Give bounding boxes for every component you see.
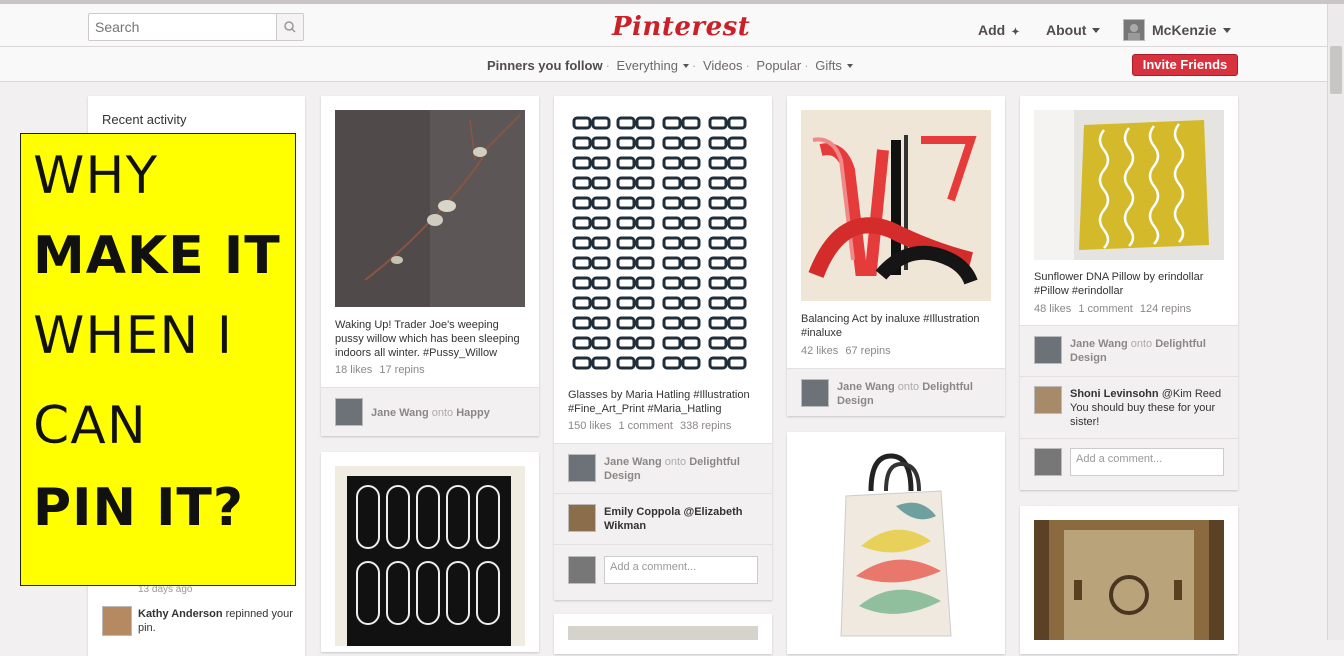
activity-avatar[interactable] bbox=[102, 606, 132, 636]
plus-icon: ✦ bbox=[1011, 27, 1020, 38]
pin-likes[interactable]: 48 likes bbox=[1034, 303, 1071, 315]
comment-text: Shoni Levinsohn @Kim Reed You should buy… bbox=[1070, 387, 1225, 429]
overlay-line-1: WHY bbox=[33, 146, 159, 206]
activity-onto: onto bbox=[664, 456, 687, 468]
pin-stats: 48 likes 1 comment 124 repins bbox=[1034, 303, 1195, 315]
add-menu[interactable]: Add ✦ bbox=[978, 22, 1020, 38]
pin-repins[interactable]: 124 repins bbox=[1140, 303, 1191, 315]
pin-repins[interactable]: 17 repins bbox=[379, 364, 424, 376]
activity-board[interactable]: Happy bbox=[456, 407, 490, 419]
about-menu[interactable]: About bbox=[1046, 22, 1101, 38]
activity-text: Jane Wang onto Delightful Design bbox=[604, 455, 764, 483]
pin-repins[interactable]: 67 repins bbox=[845, 345, 890, 357]
comment-user[interactable]: Emily Coppola bbox=[604, 506, 680, 518]
overlay-line-4: CAN bbox=[33, 396, 147, 456]
add-label: Add bbox=[978, 22, 1006, 38]
add-comment-input[interactable]: Add a comment... bbox=[1070, 448, 1224, 476]
activity-text: Jane Wang onto Happy bbox=[371, 406, 531, 420]
scrollbar-thumb[interactable] bbox=[1330, 46, 1342, 94]
chevron-down-icon bbox=[846, 64, 853, 68]
nav-gifts-label: Gifts bbox=[815, 58, 842, 73]
search-input[interactable] bbox=[89, 14, 291, 40]
pin-likes[interactable]: 150 likes bbox=[568, 420, 611, 432]
pin-image-tote-bag[interactable] bbox=[801, 446, 991, 640]
activity-user[interactable]: Jane Wang bbox=[604, 456, 662, 468]
pin-image-room[interactable] bbox=[568, 626, 758, 640]
pin-stats: 18 likes 17 repins bbox=[335, 364, 429, 376]
scrollbar[interactable] bbox=[1327, 4, 1344, 640]
category-nav: Pinners you follow · Everything · Videos · … bbox=[487, 58, 853, 73]
nav-gifts[interactable]: Gifts bbox=[815, 58, 853, 73]
comment-text: Emily Coppola @Elizabeth Wikman bbox=[604, 505, 764, 533]
avatar bbox=[568, 556, 596, 584]
pin-stats: 150 likes 1 comment 338 repins bbox=[568, 420, 735, 432]
pinterest-logo[interactable]: Pinterest bbox=[612, 12, 750, 42]
user-menu[interactable]: McKenzie bbox=[1152, 22, 1231, 38]
nav-pinners-you-follow[interactable]: Pinners you follow bbox=[487, 58, 603, 73]
pin-comments[interactable]: 1 comment bbox=[618, 420, 672, 432]
search-icon bbox=[284, 21, 296, 33]
pin-activity: Jane Wang onto Happy bbox=[321, 387, 539, 436]
nav-videos[interactable]: Videos bbox=[703, 58, 743, 73]
pin-comments[interactable]: 1 comment bbox=[1078, 303, 1132, 315]
pin-activity: Jane Wang onto Delightful Design Shoni L… bbox=[1020, 325, 1238, 490]
pin-image-bathroom[interactable] bbox=[1034, 520, 1224, 640]
search-button[interactable] bbox=[276, 14, 303, 40]
activity-avatar[interactable] bbox=[1034, 336, 1062, 364]
pin-image-balancing-act[interactable] bbox=[801, 110, 991, 301]
activity-onto: onto bbox=[1130, 338, 1153, 350]
invite-friends-button[interactable]: Invite Friends bbox=[1132, 54, 1238, 76]
nav-popular[interactable]: Popular bbox=[756, 58, 801, 73]
chevron-down-icon bbox=[1222, 28, 1231, 33]
search-box[interactable] bbox=[88, 13, 304, 41]
overlay-line-3: WHEN I bbox=[33, 306, 234, 366]
activity-user[interactable]: Jane Wang bbox=[371, 407, 429, 419]
pin-description: Waking Up! Trader Joe's weeping pussy wi… bbox=[335, 319, 520, 359]
avatar[interactable] bbox=[1123, 19, 1145, 41]
pin-repins[interactable]: 338 repins bbox=[680, 420, 731, 432]
activity-avatar[interactable] bbox=[801, 379, 829, 407]
overlay-line-5: PIN IT? bbox=[33, 478, 245, 538]
chevron-down-icon bbox=[682, 64, 689, 68]
activity-user[interactable]: Jane Wang bbox=[1070, 338, 1128, 350]
activity-user[interactable]: Jane Wang bbox=[837, 381, 895, 393]
pin-activity: Jane Wang onto Delightful Design Emily C… bbox=[554, 443, 772, 600]
nav-everything-label: Everything bbox=[616, 58, 678, 73]
pin-image-pillow[interactable] bbox=[1034, 110, 1224, 260]
add-comment-input[interactable]: Add a comment... bbox=[604, 556, 758, 584]
activity-avatar[interactable] bbox=[335, 398, 363, 426]
overlay-line-2: MAKE IT bbox=[33, 226, 281, 286]
nav-everything[interactable]: Everything bbox=[617, 58, 689, 73]
pin-image-willow[interactable] bbox=[335, 110, 525, 307]
comment-avatar[interactable] bbox=[568, 504, 596, 532]
pin-description: Balancing Act by inaluxe #Illustration #… bbox=[801, 313, 980, 339]
pin-description: Sunflower DNA Pillow by erindollar #Pill… bbox=[1034, 271, 1204, 297]
pin-likes[interactable]: 42 likes bbox=[801, 345, 838, 357]
top-bar: Pinterest Add ✦ About McKenzie bbox=[0, 0, 1344, 47]
chevron-down-icon bbox=[1092, 28, 1101, 33]
pin-image-glasses[interactable] bbox=[568, 110, 758, 376]
activity-item: Kathy Anderson repinned your pin. bbox=[138, 607, 298, 635]
activity-text: Jane Wang onto Delightful Design bbox=[837, 380, 997, 408]
comment-avatar[interactable] bbox=[1034, 386, 1062, 414]
user-name: McKenzie bbox=[1152, 22, 1217, 38]
pin-stats: 42 likes 67 repins bbox=[801, 345, 895, 357]
recent-activity-title: Recent activity bbox=[102, 112, 187, 127]
activity-onto: onto bbox=[431, 407, 454, 419]
avatar bbox=[1034, 448, 1062, 476]
activity-onto: onto bbox=[897, 381, 920, 393]
comment-user[interactable]: Shoni Levinsohn bbox=[1070, 388, 1159, 400]
pin-activity: Jane Wang onto Delightful Design bbox=[787, 368, 1005, 416]
activity-avatar[interactable] bbox=[568, 454, 596, 482]
activity-text: Jane Wang onto Delightful Design bbox=[1070, 337, 1230, 365]
pin-description: Glasses by Maria Hatling #Illustration #… bbox=[568, 389, 750, 415]
about-label: About bbox=[1046, 22, 1087, 38]
pin-image-paperclips[interactable] bbox=[335, 466, 525, 646]
overlay-callout: WHY MAKE IT WHEN I CAN PIN IT? bbox=[20, 133, 296, 586]
pin-likes[interactable]: 18 likes bbox=[335, 364, 372, 376]
activity-user[interactable]: Kathy Anderson bbox=[138, 608, 223, 620]
